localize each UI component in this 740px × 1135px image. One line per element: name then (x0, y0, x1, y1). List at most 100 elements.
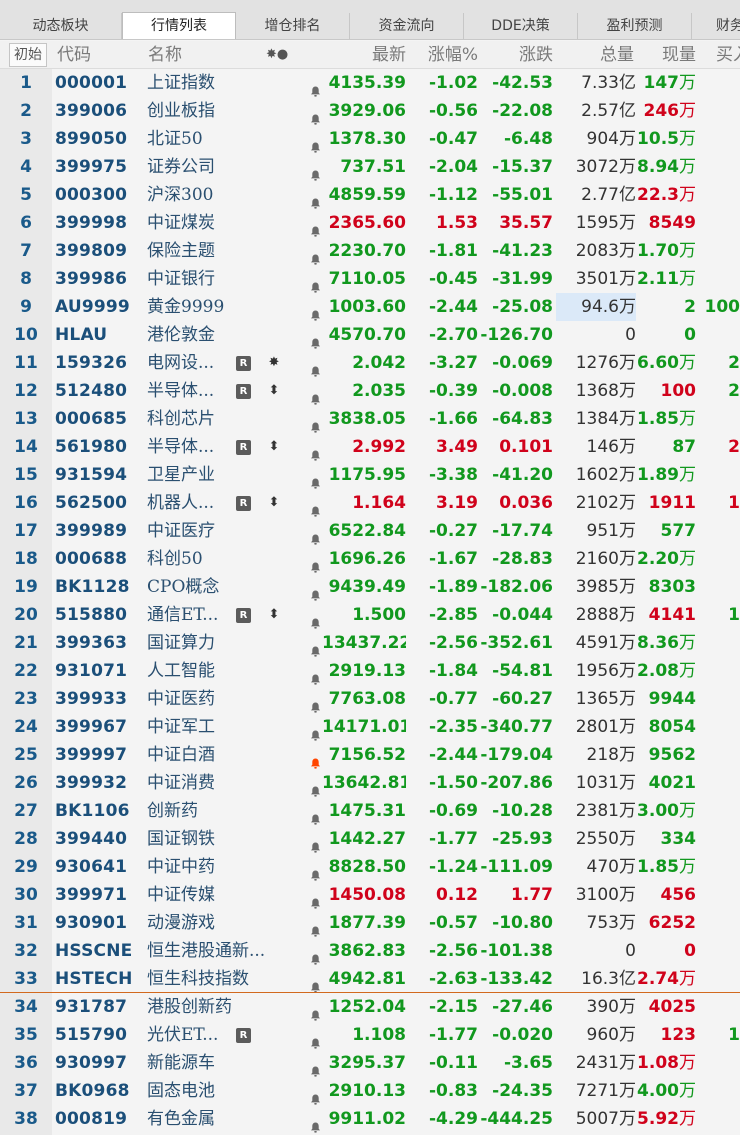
alert-bell-icon[interactable] (310, 582, 321, 601)
table-row[interactable]: 38 000819 有色金属 9911.02 -4.29 -444.25 5007万 5.92… (0, 1105, 740, 1133)
alert-bell-icon[interactable] (310, 246, 321, 265)
alert-bell-icon[interactable] (310, 498, 321, 517)
row-pct: -0.11 (429, 1053, 478, 1073)
alert-bell-icon[interactable] (310, 946, 321, 965)
tab-dynamic-sector[interactable]: 动态板块 (0, 13, 122, 39)
table-row[interactable]: 32 HSSCNE 恒生港股通新... 3862.83 -2.56 -101.38 0 0 (0, 937, 740, 965)
tab-position-ranking[interactable]: 增仓排名 (236, 13, 350, 39)
header-bid[interactable]: 买入 (716, 41, 740, 68)
alert-bell-icon[interactable] (310, 554, 321, 573)
header-pct[interactable]: 涨幅% (406, 41, 478, 68)
header-flags[interactable]: ✸● (266, 41, 288, 68)
table-row[interactable]: 11 159326 电网设... R ✸ 2.042 -3.27 -0.069 1276万 6.6… (0, 349, 740, 377)
alert-bell-icon[interactable] (310, 358, 321, 377)
alert-bell-icon[interactable] (310, 666, 321, 685)
alert-bell-icon[interactable] (310, 806, 321, 825)
alert-bell-icon[interactable] (310, 274, 321, 293)
table-row[interactable]: 19 BK1128 CPO概念 9439.49 -1.89 -182.06 3985万 830… (0, 573, 740, 601)
header-name[interactable]: 名称 (148, 41, 182, 68)
table-row[interactable]: 24 399967 中证军工 14171.01 -2.35 -340.77 2801万 805… (0, 713, 740, 741)
alert-bell-icon[interactable] (310, 134, 321, 153)
tab-profit-forecast[interactable]: 盈利预测 (578, 13, 692, 39)
table-row[interactable]: 31 930901 动漫游戏 1877.39 -0.57 -10.80 753万 6252 (0, 909, 740, 937)
tab-fund-flow[interactable]: 资金流向 (350, 13, 464, 39)
table-row[interactable]: 18 000688 科创50 1696.26 -1.67 -28.83 2160万 2.20万 (0, 545, 740, 573)
table-row[interactable]: 28 399440 国证钢铁 1442.27 -1.77 -25.93 2550万 334 (0, 825, 740, 853)
table-row[interactable]: 21 399363 国证算力 13437.22 -2.56 -352.61 4591万 8.3… (0, 629, 740, 657)
alert-bell-icon[interactable] (310, 610, 321, 629)
alert-bell-icon[interactable] (310, 1030, 321, 1049)
alert-bell-icon[interactable] (310, 330, 321, 349)
alert-bell-icon[interactable] (310, 1002, 321, 1021)
alert-bell-icon[interactable] (310, 778, 321, 797)
table-row[interactable]: 4 399975 证券公司 737.51 -2.04 -15.37 3072万 8.94万 (0, 153, 740, 181)
table-row[interactable]: 2 399006 创业板指 3929.06 -0.56 -22.08 2.57亿 246万 (0, 97, 740, 125)
alert-bell-icon[interactable] (310, 218, 321, 237)
alert-bell-icon[interactable] (310, 1058, 321, 1077)
alert-bell-icon[interactable] (310, 750, 321, 769)
alert-bell-icon[interactable] (310, 386, 321, 405)
table-row[interactable]: 14 561980 半导体... R ⬍ 2.992 3.49 0.101 146万 87 2 (0, 433, 740, 461)
table-row[interactable]: 12 512480 半导体... R ⬍ 2.035 -0.39 -0.008 1368万 100… (0, 377, 740, 405)
table-row[interactable]: 9 AU9999 黄金9999 1003.60 -2.44 -25.08 94.6万 2 100 (0, 293, 740, 321)
table-row[interactable]: 10 HLAU 港伦敦金 4570.70 -2.70 -126.70 0 0 (0, 321, 740, 349)
table-row[interactable]: 7 399809 保险主题 2230.70 -1.81 -41.23 2083万 1.70万 (0, 237, 740, 265)
tab-finance[interactable]: 财务 (692, 13, 740, 39)
table-row[interactable]: 5 000300 沪深300 4859.59 -1.12 -55.01 2.77亿 22.3万 (0, 181, 740, 209)
alert-bell-icon[interactable] (310, 78, 321, 97)
table-row[interactable]: 23 399933 中证医药 7763.08 -0.77 -60.27 1365万 9944 (0, 685, 740, 713)
table-row[interactable]: 17 399989 中证医疗 6522.84 -0.27 -17.74 951万 577 (0, 517, 740, 545)
table-row[interactable]: 20 515880 通信ET... R ⬍ 1.500 -2.85 -0.044 2888万 41… (0, 601, 740, 629)
header-code[interactable]: 代码 (57, 41, 91, 68)
row-index: 37 (14, 1081, 38, 1101)
alert-bell-icon[interactable] (310, 862, 321, 881)
alert-bell-icon[interactable] (310, 162, 321, 181)
table-row[interactable]: 27 BK1106 创新药 1475.31 -0.69 -10.28 2381万 3.00万 (0, 797, 740, 825)
row-price: 2365.60 (328, 213, 406, 233)
table-row[interactable]: 30 399971 中证传媒 1450.08 0.12 1.77 3100万 456 (0, 881, 740, 909)
table-row[interactable]: 37 BK0968 固态电池 2910.13 -0.83 -24.35 7271万 4.00万 (0, 1077, 740, 1105)
alert-bell-icon[interactable] (310, 890, 321, 909)
table-row[interactable]: 13 000685 科创芯片 3838.05 -1.66 -64.83 1384万 1.85万 (0, 405, 740, 433)
alert-bell-icon[interactable] (310, 974, 321, 993)
table-row[interactable]: 8 399986 中证银行 7110.05 -0.45 -31.99 3501万 2.11万 (0, 265, 740, 293)
alert-bell-icon[interactable] (310, 1114, 321, 1133)
header-volume[interactable]: 总量 (556, 41, 634, 68)
table-row[interactable]: 3 899050 北证50 1378.30 -0.47 -6.48 904万 10.5万 (0, 125, 740, 153)
table-row[interactable]: 15 931594 卫星产业 1175.95 -3.38 -41.20 1602万 1.89万 (0, 461, 740, 489)
table-row[interactable]: 22 931071 人工智能 2919.13 -1.84 -54.81 1956万 2.08万 (0, 657, 740, 685)
table-row[interactable]: 16 562500 机器人... R ⬍ 1.164 3.19 0.036 2102万 1911 1 (0, 489, 740, 517)
row-name: 港伦敦金 (147, 325, 215, 345)
alert-bell-icon[interactable] (310, 526, 321, 545)
header-current-volume[interactable]: 现量 (634, 41, 696, 68)
alert-bell-icon[interactable] (310, 106, 321, 125)
table-row[interactable]: 6 399998 中证煤炭 2365.60 1.53 35.57 1595万 8549 (0, 209, 740, 237)
table-row[interactable]: 26 399932 中证消费 13642.81 -1.50 -207.86 1031万 402… (0, 769, 740, 797)
row-price: 4859.59 (328, 185, 406, 205)
table-row[interactable]: 25 399997 中证白酒 7156.52 -2.44 -179.04 218万 9562 (0, 741, 740, 769)
alert-bell-icon[interactable] (310, 470, 321, 489)
header-price[interactable]: 最新 (322, 41, 406, 68)
alert-bell-icon[interactable] (310, 722, 321, 741)
header-change[interactable]: 涨跌 (478, 41, 553, 68)
init-button[interactable]: 初始 (9, 43, 47, 67)
alert-bell-icon[interactable] (310, 638, 321, 657)
table-row[interactable]: 33 HSTECH 恒生科技指数 4942.81 -2.63 -133.42 16.3亿 2.… (0, 965, 740, 993)
table-row[interactable]: 29 930641 中证中药 8828.50 -1.24 -111.09 470万 1.85万 (0, 853, 740, 881)
alert-bell-icon[interactable] (310, 442, 321, 461)
tab-quote-list[interactable]: 行情列表 (122, 12, 236, 39)
table-row[interactable]: 34 931787 港股创新药 1252.04 -2.15 -27.46 390万 4025 (0, 993, 740, 1021)
alert-bell-icon[interactable] (310, 834, 321, 853)
alert-bell-icon[interactable] (310, 190, 321, 209)
tab-dde-decision[interactable]: DDE决策 (464, 13, 578, 39)
alert-bell-icon[interactable] (310, 414, 321, 433)
alert-bell-icon[interactable] (310, 1086, 321, 1105)
table-row[interactable]: 35 515790 光伏ET... R 1.108 -1.77 -0.020 960万 123 1 (0, 1021, 740, 1049)
alert-bell-icon[interactable] (310, 694, 321, 713)
row-price: 7156.52 (328, 745, 406, 765)
table-row[interactable]: 36 930997 新能源车 3295.37 -0.11 -3.65 2431万 1.08万 (0, 1049, 740, 1077)
table-row[interactable]: 1 000001 上证指数 4135.39 -1.02 -42.53 7.33亿 147万 (0, 69, 740, 97)
alert-bell-icon[interactable] (310, 302, 321, 321)
alert-bell-icon[interactable] (310, 918, 321, 937)
row-volume: 1276万 (575, 353, 636, 373)
